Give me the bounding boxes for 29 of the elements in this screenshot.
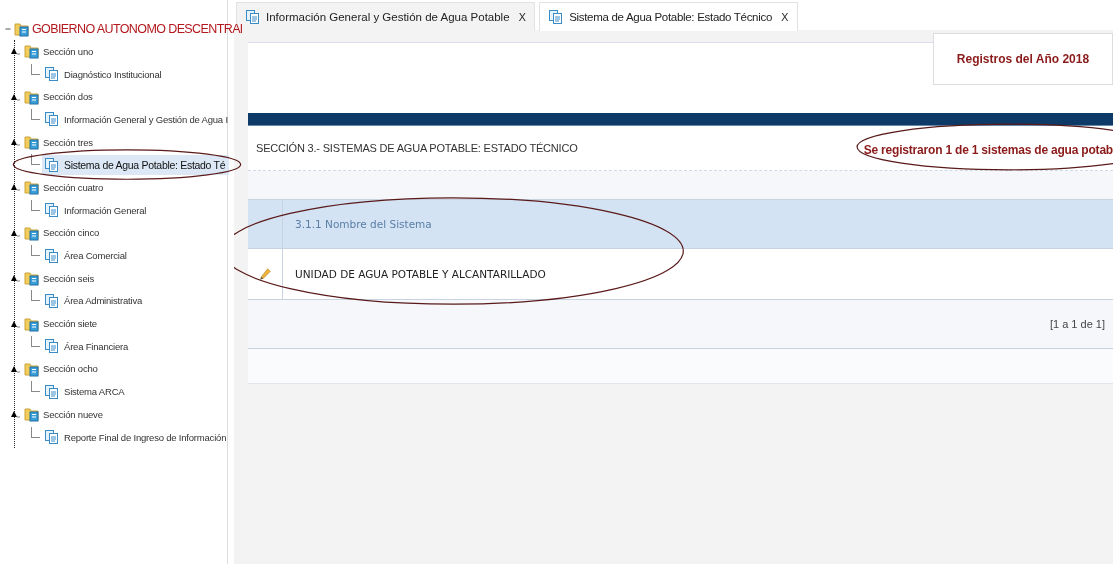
tree-item[interactable]: Área Financiera <box>42 336 229 357</box>
tree-item[interactable]: Sección uno <box>43 45 94 57</box>
tree-item[interactable]: Reporte Final de Ingreso de Información <box>42 427 229 448</box>
column-header: 3.1.1 Nombre del Sistema <box>294 217 432 232</box>
year-label: Registros del Año 2018 <box>933 33 1113 85</box>
close-button[interactable]: X <box>518 10 527 24</box>
tree-item[interactable]: Sistema de Agua Potable: Estado Té <box>42 154 229 175</box>
tree-item[interactable]: Sistema ARCA <box>42 381 229 402</box>
tab-label: Información General y Gestión de Agua Potable <box>266 11 510 23</box>
tree-item[interactable]: Diagnóstico Institucional <box>42 64 229 85</box>
tree-item[interactable]: Área Administrativa <box>42 290 229 311</box>
tree-item[interactable]: Sección dos <box>43 91 93 103</box>
tab[interactable]: Sistema de Agua Potable: Estado Técnico X <box>539 2 798 31</box>
tree-item[interactable]: Sección siete <box>43 318 97 330</box>
table-cell-text: UNIDAD DE AGUA POTABLE Y ALCANTARILLADO <box>294 267 546 282</box>
close-button[interactable]: X <box>781 10 789 24</box>
tree-item[interactable]: Información General y Gestión de Agua I <box>42 109 230 130</box>
tree-item[interactable]: Sección tres <box>43 136 93 148</box>
tree-item[interactable]: Sección ocho <box>43 363 98 375</box>
pagination-text: [1 a 1 de 1] <box>1049 318 1105 330</box>
status-text: Se registraron 1 de 1 sistemas de agua potab <box>863 142 1113 157</box>
tree-item[interactable]: Sección cinco <box>43 227 99 239</box>
tree-item[interactable]: Área Comercial <box>42 245 229 266</box>
tree-item[interactable]: Sección nueve <box>43 408 103 420</box>
tab-label: Sistema de Agua Potable: Estado Técnico <box>569 11 773 23</box>
section-title: SECCIÓN 3.- SISTEMAS DE AGUA POTABLE: ESTADO TÉCNICO <box>256 142 578 154</box>
tree-item[interactable]: Sección seis <box>43 272 94 284</box>
tree-item[interactable]: Sección cuatro <box>43 181 104 193</box>
tree-item[interactable]: Información General <box>42 200 229 221</box>
